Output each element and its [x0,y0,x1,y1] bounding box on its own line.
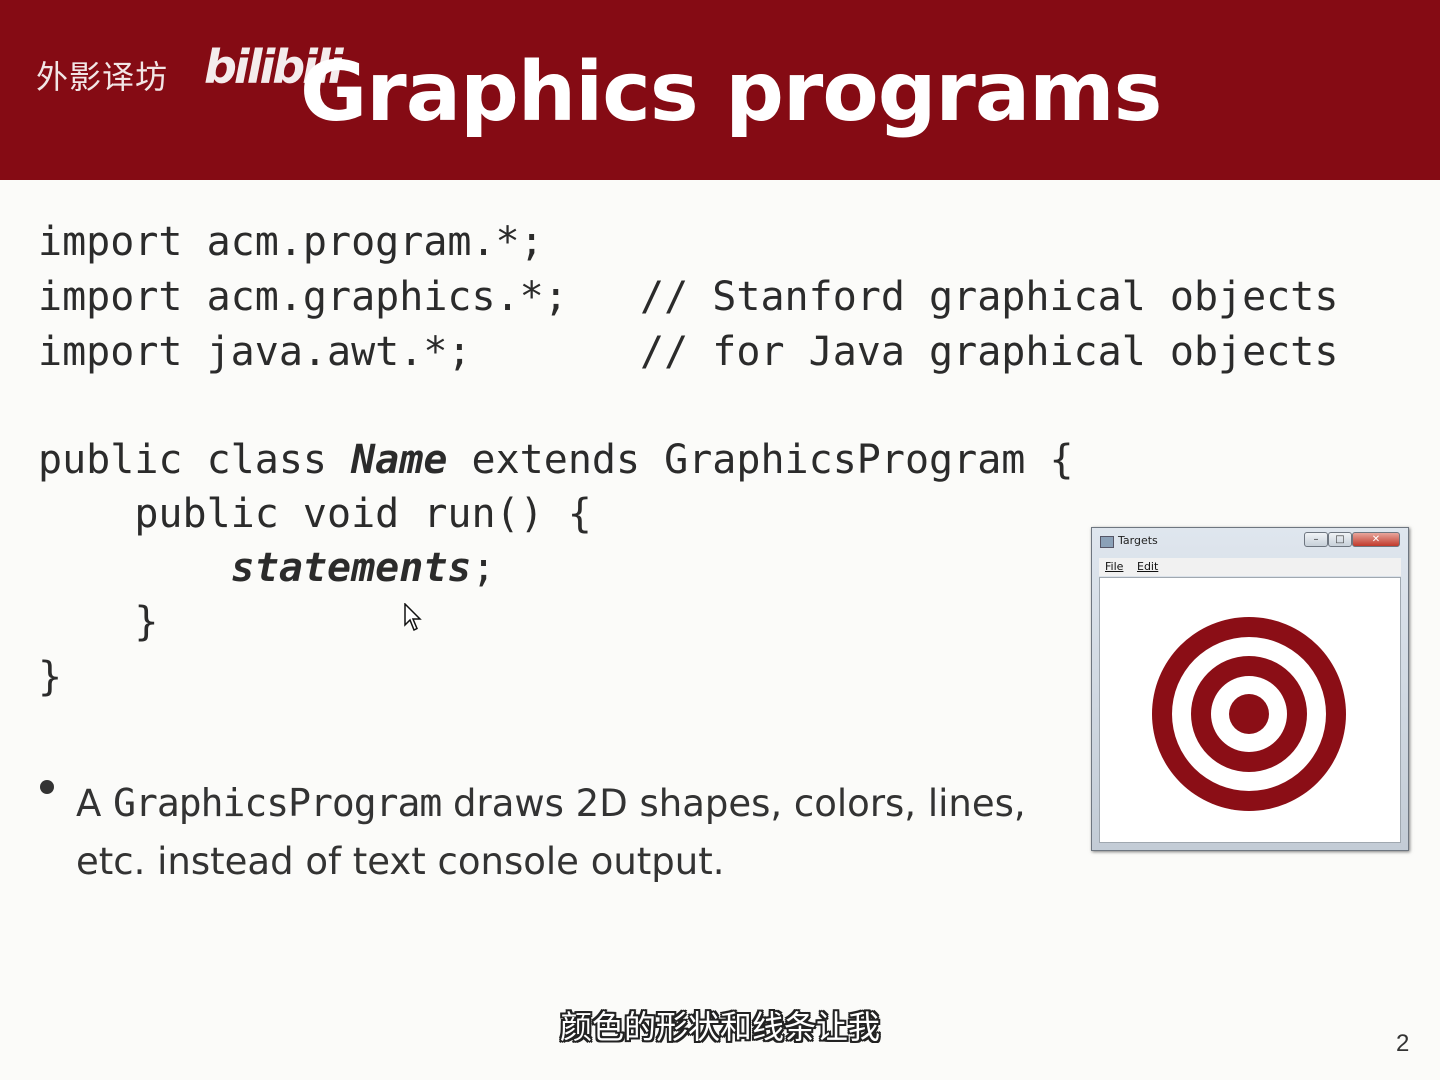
menu-bar: File Edit [1099,558,1401,576]
code-line: import acm.program.*; [38,219,544,265]
slide-header: 外影译坊 bilibili Graphics programs [0,0,1440,180]
menu-file[interactable]: File [1105,560,1123,573]
app-icon [1100,536,1114,548]
mouse-cursor-icon [404,603,422,632]
target-drawing [1152,617,1346,811]
target-bullseye [1229,694,1269,734]
code-text: ; [471,545,496,591]
code-placeholder-statements: statements [230,545,472,591]
bullet-pre: A [76,782,114,825]
code-line: } [38,599,159,645]
code-line: import acm.graphics.*; // Stanford graph… [38,274,1339,320]
code-text: extends GraphicsProgram { [447,437,1074,483]
window-title: Targets [1118,534,1158,547]
video-subtitle: 颜色的形状和线条让我 [559,1008,880,1046]
menu-edit[interactable]: Edit [1137,560,1158,573]
close-button[interactable]: ✕ [1352,532,1400,547]
code-line: public void run() { [38,491,592,537]
code-line: statements; [38,548,496,588]
maximize-button[interactable]: □ [1328,532,1352,547]
code-line: import java.awt.*; // for Java graphical… [38,329,1339,375]
minimize-button[interactable]: – [1304,532,1328,547]
targets-window: Targets – □ ✕ File Edit [1091,527,1409,851]
slide-title: Graphics programs [300,45,1162,140]
bullet-icon [40,780,54,794]
bullet-code: GraphicsProgram [113,781,442,825]
code-line: } [38,654,63,700]
code-text: public class [38,437,352,483]
watermark-text: 外影译坊 [36,58,169,96]
page-number: 2 [1396,1030,1410,1057]
code-placeholder-name: Name [351,437,448,483]
bullet-text: A GraphicsProgram draws 2D shapes, color… [76,774,1036,891]
code-line: public class Name extends GraphicsProgra… [38,440,1074,480]
graphics-canvas [1099,577,1401,843]
